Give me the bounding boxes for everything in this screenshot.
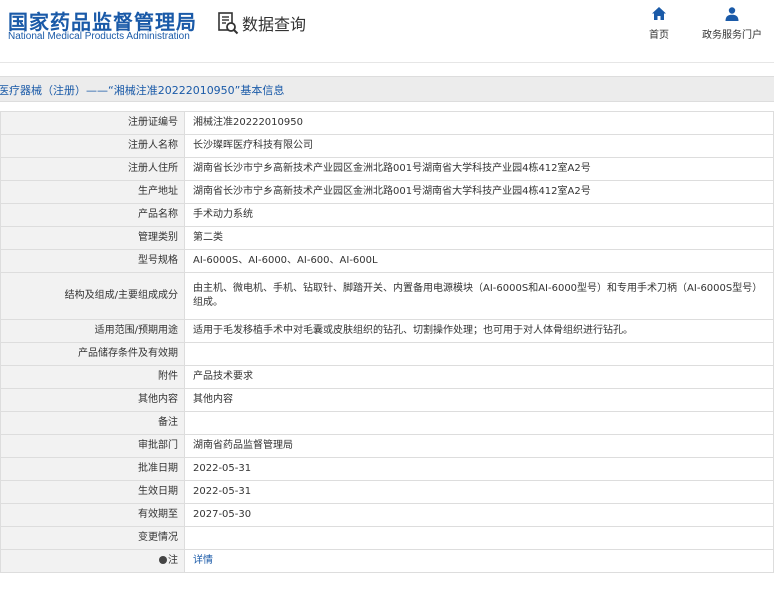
row-value: 手术动力系统 <box>184 203 774 227</box>
nav-home-label: 首页 <box>649 30 669 41</box>
row-value: 其他内容 <box>184 388 774 412</box>
table-row: 有效期至 2027-05-30 <box>0 503 774 527</box>
row-label: 管理类别 <box>0 226 185 250</box>
table-row: 批准日期 2022-05-31 <box>0 457 774 481</box>
row-label: 生产地址 <box>0 180 185 204</box>
record-title-bar: 医疗器械（注册）——“湘械注准20222010950”基本信息 <box>0 76 774 102</box>
row-label: 批准日期 <box>0 457 185 481</box>
table-row: 型号规格 AI-6000S、AI-6000、AI-600、AI-600L <box>0 249 774 273</box>
table-row: 注 详情 <box>0 549 774 573</box>
data-query-label: 数据查询 <box>242 15 307 34</box>
row-label: 附件 <box>0 365 185 389</box>
table-row: 产品储存条件及有效期 <box>0 342 774 366</box>
site-logo-subtitle: National Medical Products Administration <box>8 31 190 42</box>
table-row: 审批部门 湖南省药品监督管理局 <box>0 434 774 458</box>
table-row: 备注 <box>0 411 774 435</box>
row-value: 湘械注准20222010950 <box>184 111 774 135</box>
table-row: 管理类别 第二类 <box>0 226 774 250</box>
row-value: 2022-05-31 <box>184 480 774 504</box>
row-value: 2027-05-30 <box>184 503 774 527</box>
row-label: 适用范围/预期用途 <box>0 319 185 343</box>
row-value: 详情 <box>184 549 774 573</box>
row-value: 产品技术要求 <box>184 365 774 389</box>
table-row: 注册证编号 湘械注准20222010950 <box>0 111 774 135</box>
row-value: 第二类 <box>184 226 774 250</box>
row-label: 审批部门 <box>0 434 185 458</box>
nav-service-portal[interactable]: 政务服务门户 <box>702 6 762 41</box>
table-row: 注册人名称 长沙璨晖医疗科技有限公司 <box>0 134 774 158</box>
table-row: 生效日期 2022-05-31 <box>0 480 774 504</box>
data-query-section[interactable]: 数据查询 <box>216 11 306 35</box>
row-value: 湖南省药品监督管理局 <box>184 434 774 458</box>
row-value <box>184 411 774 435</box>
row-label: 产品名称 <box>0 203 185 227</box>
row-label: 注册人名称 <box>0 134 185 158</box>
row-label: 结构及组成/主要组成成分 <box>0 272 185 320</box>
row-value <box>184 526 774 550</box>
row-value: 长沙璨晖医疗科技有限公司 <box>184 134 774 158</box>
row-value: 2022-05-31 <box>184 457 774 481</box>
row-label: 变更情况 <box>0 526 185 550</box>
row-value: AI-6000S、AI-6000、AI-600、AI-600L <box>184 249 774 273</box>
row-label: 型号规格 <box>0 249 185 273</box>
note-row-label: 注 <box>0 549 185 573</box>
nav-home[interactable]: 首页 <box>649 6 669 41</box>
details-link[interactable]: 详情 <box>193 555 213 566</box>
note-label-text: 注 <box>168 555 178 566</box>
record-title: 医疗器械（注册）——“湘械注准20222010950”基本信息 <box>0 84 285 97</box>
row-label: 产品储存条件及有效期 <box>0 342 185 366</box>
row-label: 备注 <box>0 411 185 435</box>
table-row: 结构及组成/主要组成成分 由主机、微电机、手机、钻取针、脚踏开关、内置备用电源模… <box>0 272 774 320</box>
query-search-icon <box>218 12 239 35</box>
site-header: 国家药品监督管理局 National Medical Products Admi… <box>0 0 774 63</box>
home-icon <box>652 7 666 20</box>
row-label: 注册人住所 <box>0 157 185 181</box>
table-row: 适用范围/预期用途 适用于毛发移植手术中对毛囊或皮肤组织的钻孔、切割操作处理；也… <box>0 319 774 343</box>
table-row: 产品名称 手术动力系统 <box>0 203 774 227</box>
note-icon <box>159 556 167 564</box>
table-row: 注册人住所 湖南省长沙市宁乡高新技术产业园区金洲北路001号湖南省大学科技产业园… <box>0 157 774 181</box>
table-row: 其他内容 其他内容 <box>0 388 774 412</box>
table-row: 生产地址 湖南省长沙市宁乡高新技术产业园区金洲北路001号湖南省大学科技产业园4… <box>0 180 774 204</box>
row-value <box>184 342 774 366</box>
table-row: 附件 产品技术要求 <box>0 365 774 389</box>
user-icon <box>725 7 739 21</box>
row-value: 湖南省长沙市宁乡高新技术产业园区金洲北路001号湖南省大学科技产业园4栋412室… <box>184 157 774 181</box>
row-value: 由主机、微电机、手机、钻取针、脚踏开关、内置备用电源模块（AI-6000S和AI… <box>184 272 774 320</box>
nav-portal-label: 政务服务门户 <box>702 30 762 41</box>
row-value: 湖南省长沙市宁乡高新技术产业园区金洲北路001号湖南省大学科技产业园4栋412室… <box>184 180 774 204</box>
row-value: 适用于毛发移植手术中对毛囊或皮肤组织的钻孔、切割操作处理；也可用于对人体骨组织进… <box>184 319 774 343</box>
registration-info-table: 注册证编号 湘械注准20222010950 注册人名称 长沙璨晖医疗科技有限公司… <box>0 111 774 573</box>
row-label: 生效日期 <box>0 480 185 504</box>
table-row: 变更情况 <box>0 526 774 550</box>
row-label: 其他内容 <box>0 388 185 412</box>
row-label: 有效期至 <box>0 503 185 527</box>
row-label: 注册证编号 <box>0 111 185 135</box>
